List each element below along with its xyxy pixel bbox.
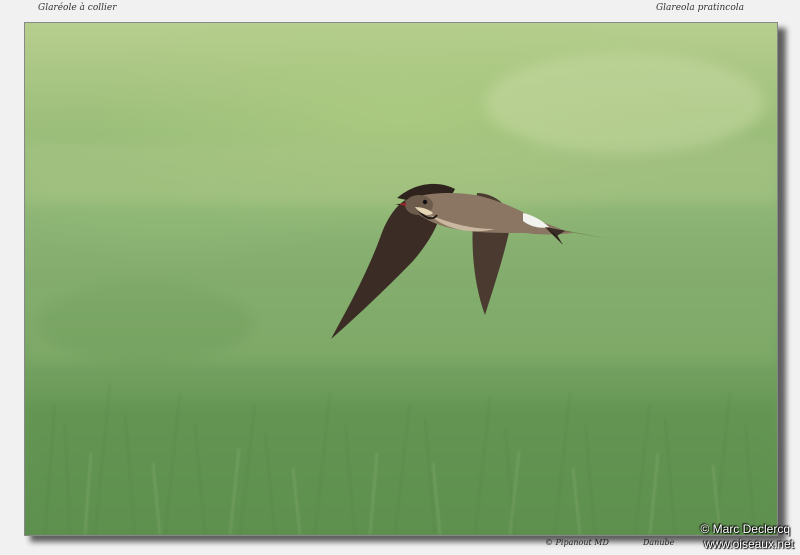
photo-scene	[25, 53, 777, 535]
bird-photo	[24, 22, 778, 536]
common-name-caption: Glaréole à collier	[38, 3, 117, 13]
latin-name-caption: Glareola pratincola	[655, 3, 744, 13]
copyright-watermark: © Marc Declercq	[700, 522, 790, 536]
site-watermark: www.oiseaux.net	[703, 537, 794, 551]
grass-background	[25, 53, 777, 535]
photographer-credit: © Pipanout MD	[545, 538, 609, 547]
location-caption: Danube	[643, 538, 675, 547]
